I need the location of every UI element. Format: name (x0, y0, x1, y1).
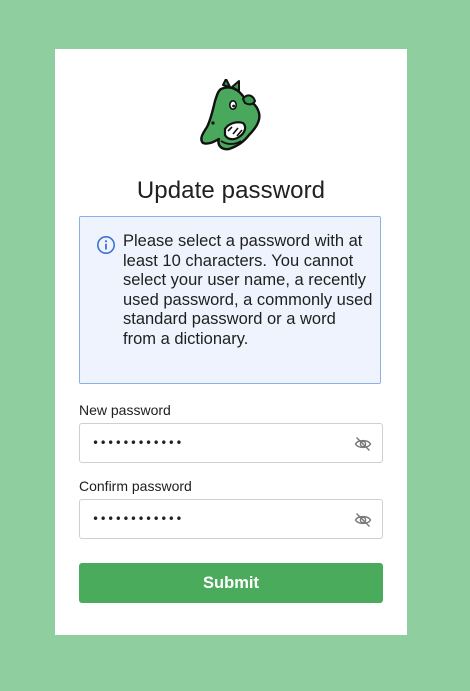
submit-button[interactable]: Submit (79, 563, 383, 603)
info-message-text: Please select a password with at least 1… (123, 232, 373, 348)
page-title: Update password (136, 177, 326, 204)
eye-slash-icon[interactable] (354, 511, 372, 529)
info-icon (97, 236, 115, 254)
eye-slash-icon[interactable] (354, 435, 372, 453)
login-card: Update password Please select a password… (55, 49, 407, 635)
confirm-password-input[interactable] (92, 500, 342, 538)
new-password-input[interactable] (92, 424, 342, 462)
new-password-field[interactable] (79, 423, 383, 463)
green-dragon-logo-icon (200, 79, 261, 151)
confirm-password-label: Confirm password (79, 478, 192, 494)
info-message: Please select a password with at least 1… (79, 216, 381, 384)
confirm-password-field[interactable] (79, 499, 383, 539)
new-password-label: New password (79, 402, 171, 418)
